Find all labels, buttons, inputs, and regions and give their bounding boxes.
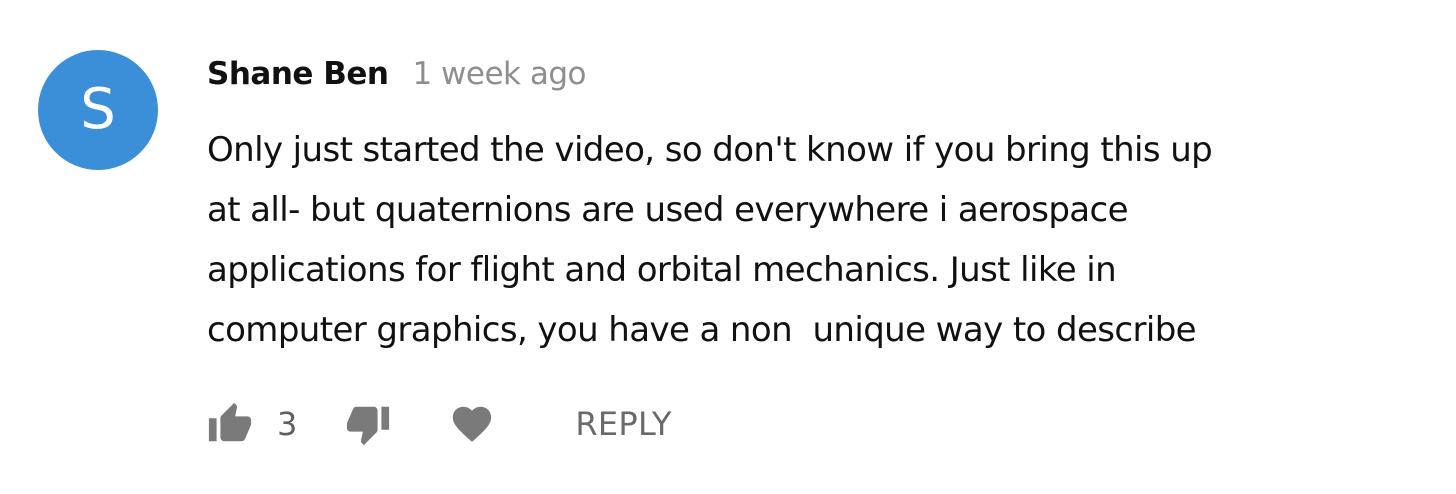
comment-timestamp[interactable]: 1 week ago [412, 56, 586, 92]
comment-text-line: at all- but quaternions are used everywh… [207, 190, 1129, 230]
author-name[interactable]: Shane Ben [207, 56, 389, 92]
comment-text-line: applications for flight and orbital mech… [207, 250, 1117, 290]
comment-text-line: computer graphics, you have a non unique… [207, 310, 1197, 350]
comment-header: Shane Ben 1 week ago [207, 56, 586, 102]
avatar-initial: S [80, 77, 116, 142]
thumbs-down-icon[interactable] [345, 401, 391, 447]
comment-text-line: Only just started the video, so don't kn… [207, 130, 1213, 170]
comment: S Shane Ben 1 week ago Only just started… [0, 0, 1456, 494]
thumbs-up-icon[interactable] [207, 401, 253, 447]
avatar[interactable]: S [38, 50, 158, 170]
heart-icon[interactable] [449, 401, 495, 447]
reply-button[interactable]: REPLY [575, 405, 671, 443]
comment-text: Only just started the video, so don't kn… [207, 120, 1437, 360]
like-count: 3 [277, 405, 298, 443]
comment-actions: 3 REPLY [207, 396, 672, 452]
